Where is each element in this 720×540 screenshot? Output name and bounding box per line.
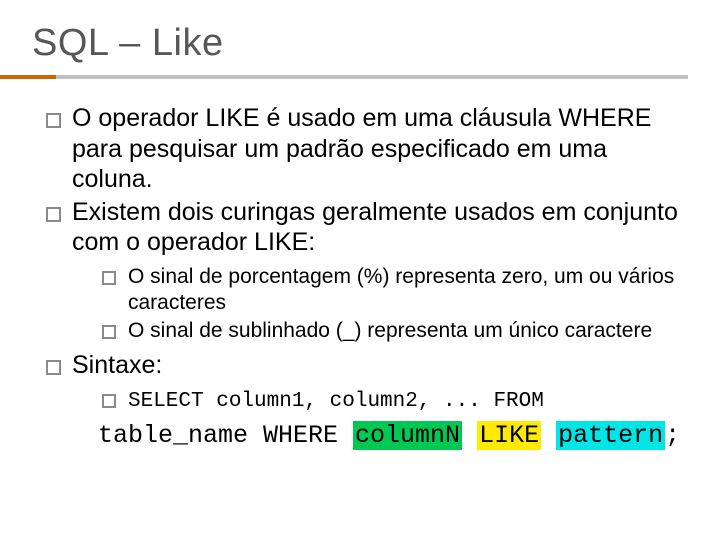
- syntax-pre: table_name WHERE: [98, 421, 353, 450]
- syntax-item: SELECT column1, column2, ... FROM: [102, 387, 688, 415]
- syntax-list: SELECT column1, column2, ... FROM: [72, 387, 688, 415]
- slide-body: O operador LIKE é usado em uma cláusula …: [32, 103, 688, 453]
- slide: SQL – Like O operador LIKE é usado em um…: [0, 0, 720, 540]
- sub-bullet-text: O sinal de porcentagem (%) representa ze…: [128, 265, 674, 314]
- bullet-text: O operador LIKE é usado em uma cláusula …: [72, 104, 651, 193]
- syntax-lead: SELECT column1, column2, ... FROM: [128, 390, 544, 413]
- syntax-space: [462, 421, 477, 450]
- slide-title: SQL – Like: [32, 22, 688, 65]
- sub-bullet-text: O sinal de sublinhado (_) representa um …: [128, 319, 652, 342]
- title-rule: [32, 75, 688, 79]
- syntax-semicolon: ;: [665, 421, 680, 450]
- syntax-line-2: table_name WHERE columnN LIKE pattern;: [72, 419, 688, 453]
- bullet-item: O operador LIKE é usado em uma cláusula …: [46, 103, 688, 195]
- bullet-item: Existem dois curingas geralmente usados …: [46, 197, 688, 345]
- sub-bullet-list: O sinal de porcentagem (%) representa ze…: [72, 264, 688, 345]
- rule-accent: [0, 75, 56, 79]
- syntax-pattern: pattern: [556, 421, 665, 450]
- syntax-like: LIKE: [477, 421, 541, 450]
- syntax-space: [541, 421, 556, 450]
- bullet-item: Sintaxe: SELECT column1, column2, ... FR…: [46, 350, 688, 452]
- bullet-list: O operador LIKE é usado em uma cláusula …: [32, 103, 688, 453]
- sub-bullet-item: O sinal de porcentagem (%) representa ze…: [102, 264, 688, 317]
- syntax-column: columnN: [353, 421, 462, 450]
- bullet-text: Existem dois curingas geralmente usados …: [72, 198, 678, 257]
- bullet-text: Sintaxe:: [72, 351, 162, 379]
- sub-bullet-item: O sinal de sublinhado (_) representa um …: [102, 318, 688, 344]
